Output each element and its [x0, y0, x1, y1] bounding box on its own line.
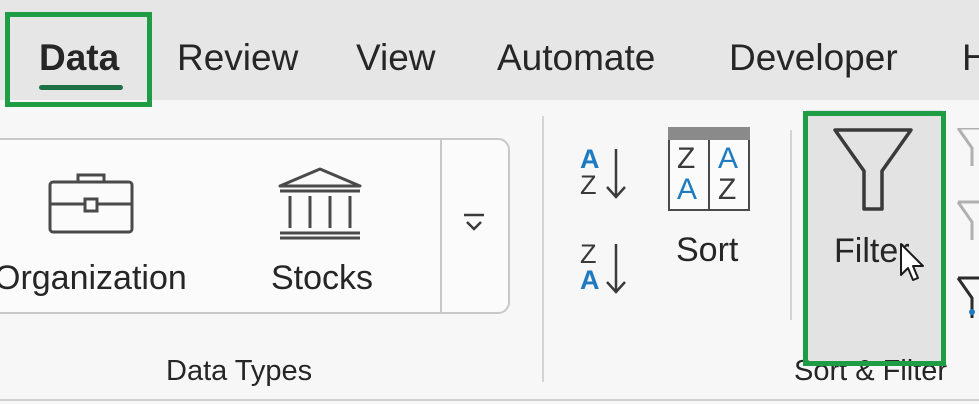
arrow-down-icon	[606, 149, 626, 199]
sort-az-bottom-letter: Z	[580, 170, 597, 200]
data-tab-highlight	[5, 12, 152, 107]
group-separator	[542, 116, 544, 382]
data-types-group-label: Data Types	[166, 355, 313, 387]
briefcase-icon[interactable]	[48, 172, 134, 234]
filter-options-partial-icons[interactable]	[954, 128, 979, 320]
sort-table-header	[668, 127, 750, 140]
tab-review[interactable]: Review	[177, 34, 298, 82]
sort-za-top-letter: Z	[580, 239, 597, 269]
sort-dialog-button[interactable]: Z A A Z	[668, 127, 750, 211]
tab-automate[interactable]: Automate	[497, 34, 655, 82]
button-separator	[790, 130, 792, 320]
sort-az-top-letter: A	[580, 144, 600, 174]
bank-icon[interactable]	[276, 166, 364, 240]
organization-label[interactable]: Organization	[0, 258, 187, 298]
gallery-more-icon	[464, 213, 484, 231]
sort-table-cell: Z	[677, 142, 696, 175]
sort-za-bottom-letter: A	[580, 265, 600, 295]
sort-table-divider	[708, 140, 710, 211]
sort-a-to-z-button[interactable]: A Z	[576, 145, 636, 205]
arrow-down-icon	[606, 244, 626, 294]
filter-button-highlight	[803, 111, 946, 366]
sort-table-cell: A	[718, 142, 739, 175]
tab-developer[interactable]: Developer	[729, 34, 898, 82]
tab-view[interactable]: View	[356, 34, 436, 82]
gallery-more-button[interactable]	[442, 140, 508, 312]
sort-table-cell: Z	[718, 173, 737, 206]
sort-label[interactable]: Sort	[676, 230, 738, 270]
sort-z-to-a-button[interactable]: Z A	[576, 240, 636, 300]
stocks-label[interactable]: Stocks	[271, 258, 373, 298]
sort-table-cell: A	[677, 173, 698, 206]
ribbon-bottom-border	[0, 399, 979, 401]
tab-home-partial[interactable]: H	[962, 34, 979, 82]
